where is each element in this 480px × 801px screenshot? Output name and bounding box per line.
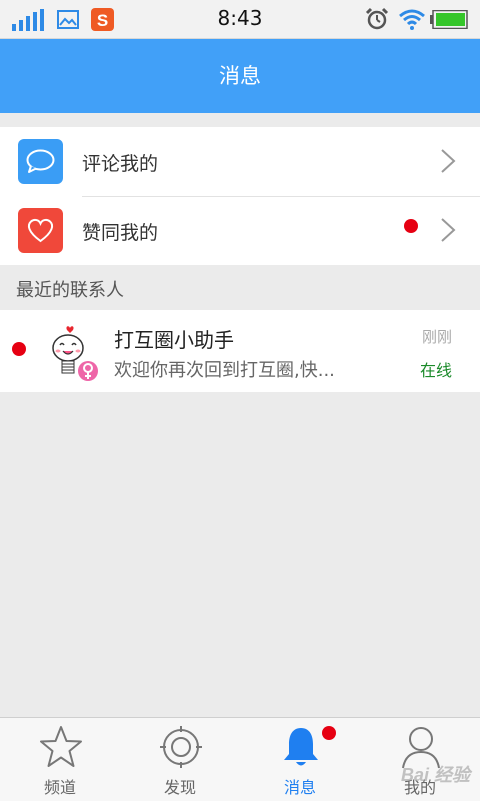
status-bar: S 8:43 xyxy=(0,0,480,39)
comment-icon xyxy=(26,149,55,173)
tab-bar: 频道 发现 消息 我的 Bai 经验 xyxy=(0,717,480,801)
tab-me[interactable]: 我的 xyxy=(360,718,480,801)
heart-icon xyxy=(27,218,54,243)
wifi-icon xyxy=(399,9,425,30)
tab-label: 发现 xyxy=(163,778,196,797)
tab-channels[interactable]: 频道 xyxy=(0,718,120,801)
menu-item-comments[interactable]: 评论我的 xyxy=(0,127,480,196)
heart-icon-tile xyxy=(18,208,63,253)
battery-icon xyxy=(430,10,468,29)
unread-dot xyxy=(404,219,418,233)
unread-dot xyxy=(12,342,26,356)
menu-item-likes[interactable]: 赞同我的 xyxy=(0,196,480,265)
tab-label: 频道 xyxy=(43,778,76,797)
comment-icon-tile xyxy=(18,139,63,184)
avatar xyxy=(52,326,98,381)
chevron-right-icon xyxy=(441,149,456,173)
alarm-icon xyxy=(365,7,389,30)
recent-contacts-heading: 最近的联系人 xyxy=(16,280,124,301)
contact-row[interactable]: 打互圈小助手 欢迎你再次回到打互圈,快... 刚刚 在线 xyxy=(0,310,480,392)
message-menu: 评论我的 赞同我的 xyxy=(0,127,480,265)
star-icon xyxy=(40,726,82,767)
contact-name: 打互圈小助手 xyxy=(114,328,234,352)
chevron-right-icon xyxy=(441,218,456,242)
tab-label: 消息 xyxy=(283,778,316,797)
page-header: 消息 xyxy=(0,39,480,113)
tab-messages[interactable]: 消息 xyxy=(240,718,360,801)
bell-icon xyxy=(284,728,318,766)
tab-badge-dot xyxy=(322,726,336,740)
contact-status: 在线 xyxy=(419,361,452,380)
watermark: Bai 经验 xyxy=(400,765,470,785)
discover-icon xyxy=(160,726,202,768)
tab-discover[interactable]: 发现 xyxy=(120,718,240,801)
page-title: 消息 xyxy=(219,64,261,88)
menu-item-label: 评论我的 xyxy=(82,153,159,175)
contact-time: 刚刚 xyxy=(421,328,452,346)
contact-last-message: 欢迎你再次回到打互圈,快... xyxy=(114,360,335,381)
menu-item-label: 赞同我的 xyxy=(82,222,159,244)
